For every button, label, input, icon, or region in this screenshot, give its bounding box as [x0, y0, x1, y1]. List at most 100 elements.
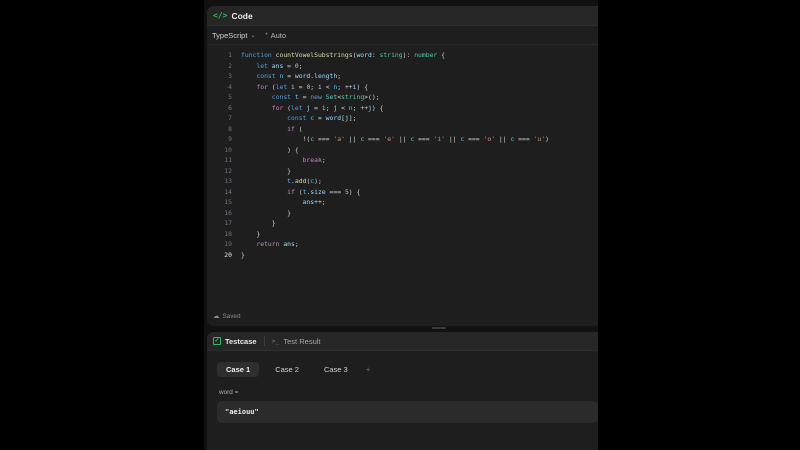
code-text: t.add(c); — [241, 177, 322, 185]
case-tab-3[interactable]: Case 3 — [315, 362, 357, 377]
code-token: let — [275, 82, 292, 91]
line-number: 5 — [228, 93, 232, 102]
code-token: } — [241, 208, 292, 217]
code-token: return — [241, 240, 284, 249]
code-token: || — [394, 135, 411, 144]
code-token: === — [414, 135, 434, 144]
code-line: 13 t.add(c); — [207, 176, 598, 187]
code-token: 'e' — [383, 135, 395, 144]
code-token: } — [241, 219, 276, 228]
code-token: } — [241, 229, 261, 238]
code-token: 'u' — [533, 135, 546, 144]
terminal-icon: >_ — [271, 337, 280, 345]
line-number: 20 — [224, 250, 232, 259]
testcase-panel-header: ✓ Testcase >_ Test Result — [207, 332, 598, 351]
line-number: 3 — [228, 72, 232, 81]
code-token: ; ++ — [352, 103, 369, 112]
code-token: ; — [294, 240, 299, 249]
add-case-button[interactable]: + — [366, 365, 371, 374]
code-line: 9 !(c === 'a' || c === 'e' || c === 'i' … — [207, 134, 598, 145]
line-number: 6 — [228, 103, 232, 112]
code-token: t — [241, 177, 292, 186]
code-token: === — [314, 135, 334, 144]
leetcode-workspace: </> Code TypeScript ⌄ • Auto 1 function c… — [204, 0, 598, 450]
panel-resize-handle[interactable] — [432, 327, 446, 329]
code-token: ) { — [356, 82, 369, 91]
line-number: 9 — [228, 135, 232, 144]
code-line: 20} — [207, 250, 598, 261]
code-token: break — [241, 156, 322, 165]
code-line: 11 break; — [207, 155, 598, 166]
case-tab-1[interactable]: Case 1 — [217, 362, 260, 377]
code-line: 19 return ans; — [207, 239, 598, 250]
code-line: 7 const c = word[j]; — [207, 113, 598, 124]
code-text: if ( — [241, 124, 303, 133]
code-token: new — [310, 93, 326, 102]
line-number: 8 — [228, 124, 232, 133]
code-token: const — [241, 72, 280, 81]
code-token: ++; — [314, 198, 326, 207]
code-text: break; — [241, 156, 326, 164]
word-input-value: "aeiouu" — [225, 408, 259, 416]
tab-testcase[interactable]: ✓ Testcase — [213, 337, 257, 346]
code-text: const t = new Set<string>(); — [241, 93, 380, 101]
code-token: = — [283, 72, 295, 81]
line-number: 19 — [224, 240, 232, 249]
code-token: word — [356, 51, 372, 60]
line-number: 13 — [224, 177, 232, 186]
language-selector[interactable]: TypeScript ⌄ — [212, 31, 255, 40]
auto-mode-label: Auto — [270, 30, 287, 40]
code-line: 14 if (t.size === 5) { — [207, 187, 598, 198]
tab-test-result[interactable]: >_ Test Result — [272, 337, 321, 346]
code-token: || — [495, 135, 511, 144]
code-token: length — [314, 72, 338, 81]
word-input-field[interactable]: "aeiouu" — [217, 401, 598, 423]
save-status: ☁ Saved — [213, 312, 241, 321]
code-line: 1 function countVowelSubstrings(word: str… — [207, 50, 598, 61]
code-text: } — [241, 251, 245, 259]
code-token: ; — [337, 72, 342, 81]
code-token: || — [344, 135, 361, 144]
code-token: string — [379, 51, 403, 60]
code-token: ( — [298, 124, 303, 133]
case-tabs: Case 1 Case 2 Case 3 + — [207, 351, 598, 377]
code-token: word — [294, 72, 311, 81]
code-token: let — [241, 61, 272, 70]
cloud-icon: ☁ — [213, 313, 220, 320]
code-text: for (let i = 0; i < n; ++i) { — [241, 83, 368, 91]
code-text: } — [241, 209, 291, 217]
code-token: ) { — [371, 103, 384, 112]
code-token: ): — [402, 51, 415, 60]
code-line: 5 const t = new Set<string>(); — [207, 92, 598, 103]
line-number: 11 — [224, 156, 232, 165]
chevron-down-icon: ⌄ — [250, 32, 256, 39]
code-token: if — [241, 187, 299, 196]
code-editor[interactable]: 1 function countVowelSubstrings(word: str… — [207, 45, 598, 260]
code-token: ; — [310, 82, 318, 91]
code-text: return ans; — [241, 240, 299, 249]
line-number: 12 — [224, 166, 232, 175]
code-token: = — [298, 93, 311, 102]
code-token: } — [241, 250, 245, 259]
code-token: ans — [241, 198, 315, 207]
case-tab-2[interactable]: Case 2 — [266, 362, 308, 377]
code-token: 'a' — [333, 135, 345, 144]
line-number: 10 — [224, 145, 232, 154]
auto-mode-toggle[interactable]: • Auto — [265, 31, 286, 40]
code-token: = — [294, 82, 307, 91]
code-text: const c = word[j]; — [241, 114, 356, 122]
code-token: ans — [283, 240, 295, 249]
code-line: 3 const n = word.length; — [207, 71, 598, 82]
code-token: for — [241, 103, 288, 112]
code-line: 16 } — [207, 208, 598, 219]
editor-toolbar: TypeScript ⌄ • Auto — [207, 26, 598, 45]
code-line: 15 ans++; — [207, 197, 598, 208]
code-line: 18 } — [207, 229, 598, 240]
code-token: Set — [325, 93, 338, 102]
code-text: } — [241, 230, 260, 238]
line-number: 2 — [228, 61, 232, 70]
code-token: === — [325, 187, 345, 196]
code-token: ) { — [241, 145, 299, 154]
code-token: } — [241, 166, 292, 175]
code-token: !( — [241, 135, 311, 144]
